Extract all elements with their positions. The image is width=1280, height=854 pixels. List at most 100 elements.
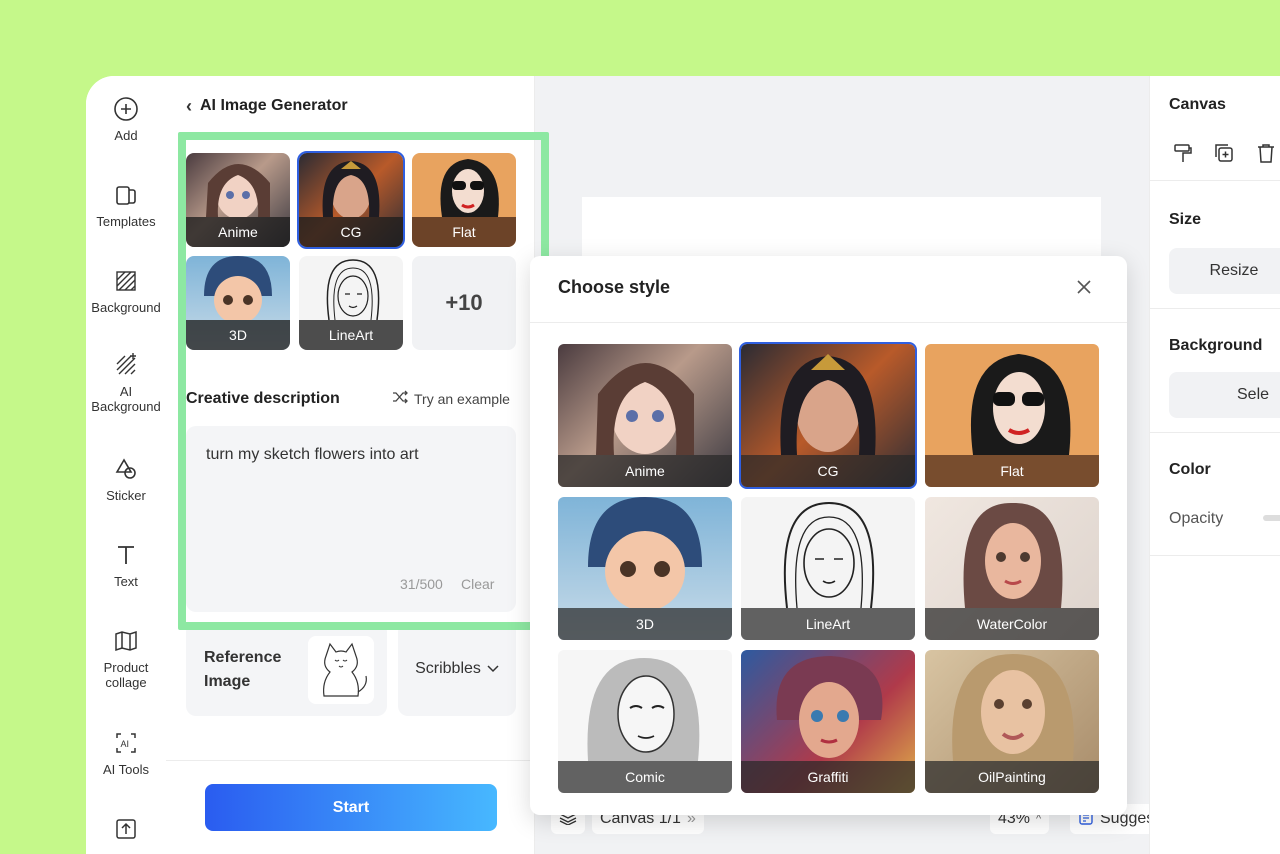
style-card-graffiti[interactable]: Graffiti	[741, 650, 915, 793]
svg-text:AI: AI	[121, 739, 130, 749]
style-label: Anime	[186, 217, 290, 247]
rail-label: Text	[114, 574, 138, 589]
scribbles-dropdown[interactable]: Scribbles	[398, 622, 516, 716]
style-label: LineArt	[299, 320, 403, 350]
style-card-3d[interactable]: 3D	[558, 497, 732, 640]
panel-header: ‹ AI Image Generator	[186, 94, 348, 118]
duplicate-icon[interactable]	[1213, 142, 1235, 164]
shuffle-icon	[392, 390, 408, 407]
paint-roller-icon[interactable]	[1172, 142, 1194, 164]
reference-image-label: Reference Image	[204, 649, 282, 690]
divider	[1150, 180, 1280, 181]
style-thumb-cg[interactable]: CG	[297, 151, 405, 249]
background-icon	[113, 268, 139, 294]
lineart-face-illustration	[326, 259, 380, 321]
style-label: Flat	[412, 217, 516, 247]
style-label: CG	[741, 455, 915, 487]
dialog-title: Choose style	[558, 277, 671, 297]
rail-label: Product collage	[103, 660, 149, 690]
rail-item-ai-tools[interactable]: AI AI Tools	[86, 730, 166, 777]
divider	[1150, 555, 1280, 556]
reference-image-box[interactable]: Reference Image	[186, 622, 387, 716]
plus-circle-icon	[113, 96, 139, 122]
properties-panel: Canvas Size Resize Background Sele Color…	[1149, 76, 1280, 854]
panel-title: AI Image Generator	[200, 97, 348, 114]
rail-label: Sticker	[106, 488, 146, 503]
divider	[166, 760, 535, 761]
choose-style-dialog: Choose style Anime CG Flat 3D LineArt Wa…	[530, 256, 1127, 815]
rail-label: Background	[91, 300, 161, 315]
rail-item-sticker[interactable]: Sticker	[86, 456, 166, 503]
style-label: CG	[299, 217, 403, 247]
rail-item-background[interactable]: Background	[86, 268, 166, 315]
start-button[interactable]: Start	[205, 784, 497, 831]
cg-face-illustration	[322, 161, 380, 219]
style-thumb-3d[interactable]: 3D	[186, 256, 290, 350]
3d-face-illustration	[588, 497, 702, 611]
try-example-button[interactable]: Try an example	[392, 390, 510, 407]
style-label: 3D	[558, 608, 732, 640]
style-thumb-flat[interactable]: Flat	[412, 153, 516, 247]
style-card-oilpainting[interactable]: OilPainting	[925, 650, 1099, 793]
style-label: WaterColor	[925, 608, 1099, 640]
creative-description-title: Creative description	[186, 390, 340, 407]
description-textarea[interactable]: turn my sketch flowers into art 31/500 C…	[186, 426, 516, 612]
rail-label: AI Background	[91, 384, 161, 414]
rail-label: Templates	[96, 214, 156, 229]
left-rail: Add Templates Background AI Background S…	[86, 76, 166, 854]
style-label: Comic	[558, 761, 732, 793]
color-title: Color	[1169, 461, 1211, 478]
style-card-cg[interactable]: CG	[739, 342, 917, 489]
sticker-icon	[113, 456, 139, 482]
try-example-label: Try an example	[414, 390, 510, 407]
rail-item-templates[interactable]: Templates	[86, 182, 166, 229]
close-icon[interactable]	[1073, 276, 1095, 298]
clear-button[interactable]: Clear	[461, 576, 494, 592]
watercolor-face-illustration	[963, 502, 1063, 608]
upload-icon	[113, 816, 139, 842]
cat-sketch-illustration	[323, 642, 367, 697]
rail-item-upload[interactable]	[86, 816, 166, 842]
background-title: Background	[1169, 337, 1263, 354]
rail-item-text[interactable]: Text	[86, 542, 166, 589]
templates-icon	[113, 182, 139, 208]
rail-label: AI Tools	[102, 762, 149, 777]
style-card-lineart[interactable]: LineArt	[741, 497, 915, 640]
style-thumb-lineart[interactable]: LineArt	[299, 256, 403, 350]
rail-label: Add	[114, 128, 138, 143]
rail-item-product-collage[interactable]: Product collage	[86, 628, 166, 690]
back-chevron-icon[interactable]: ‹	[186, 96, 192, 117]
graffiti-face-illustration	[776, 656, 883, 758]
select-background-button[interactable]: Sele	[1169, 372, 1280, 418]
cg-face-illustration	[780, 354, 876, 455]
description-value[interactable]: turn my sketch flowers into art	[206, 446, 419, 464]
oilpainting-face-illustration	[952, 654, 1074, 761]
divider	[1150, 432, 1280, 433]
chevron-down-icon	[487, 660, 499, 678]
style-card-comic[interactable]: Comic	[558, 650, 732, 793]
opacity-label: Opacity	[1169, 510, 1224, 527]
opacity-slider[interactable]	[1263, 515, 1280, 521]
scribbles-label: Scribbles	[415, 660, 481, 677]
anime-face-illustration	[206, 164, 270, 219]
flat-face-illustration	[970, 354, 1071, 455]
size-title: Size	[1169, 211, 1202, 228]
char-count: 31/500	[400, 576, 443, 592]
style-thumb-anime[interactable]: Anime	[186, 153, 290, 247]
rail-item-add[interactable]: Add	[86, 96, 166, 143]
rail-item-ai-background[interactable]: AI Background	[86, 352, 166, 414]
divider	[1150, 308, 1280, 309]
style-label: Graffiti	[741, 761, 915, 793]
ai-background-icon	[113, 352, 139, 378]
more-styles-button[interactable]: +10	[412, 256, 516, 350]
ai-tools-icon: AI	[113, 730, 139, 756]
style-card-anime[interactable]: Anime	[558, 344, 732, 487]
collage-icon	[113, 628, 139, 654]
style-card-flat[interactable]: Flat	[925, 344, 1099, 487]
trash-icon[interactable]	[1255, 142, 1277, 164]
resize-button[interactable]: Resize	[1169, 248, 1280, 294]
anime-face-illustration	[596, 363, 694, 455]
reference-image-thumb[interactable]	[308, 636, 374, 704]
style-card-watercolor[interactable]: WaterColor	[925, 497, 1099, 640]
ai-generator-panel: ‹ AI Image Generator Anime CG Flat 3D Li…	[166, 76, 535, 854]
